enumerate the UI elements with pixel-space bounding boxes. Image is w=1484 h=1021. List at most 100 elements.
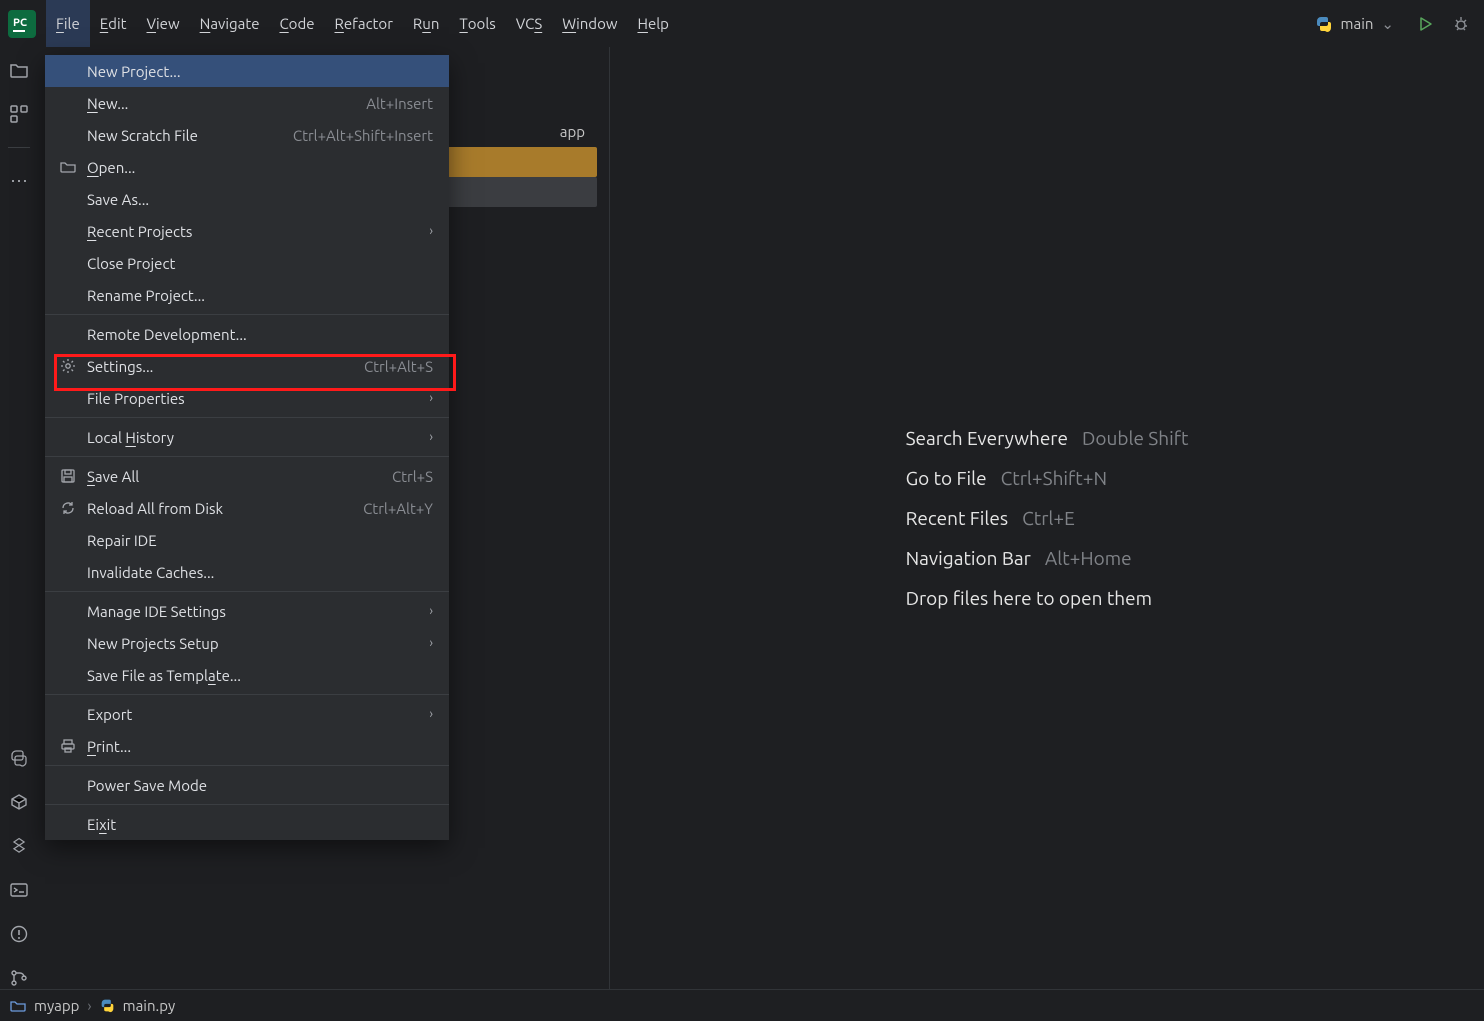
menu-item-shortcut: Ctrl+Alt+S (364, 358, 433, 375)
menu-item[interactable]: Settings... Ctrl+Alt+S (45, 350, 449, 382)
run-config-name: main (1341, 15, 1374, 32)
menu-item[interactable]: Close Project (45, 247, 449, 279)
menu-vcs[interactable]: VCS (506, 0, 552, 47)
menu-item[interactable]: Local History › (45, 421, 449, 453)
menu-item-label: Repair IDE (87, 532, 157, 549)
menu-item[interactable]: Repair IDE (45, 524, 449, 556)
menu-item-label: Reload All from Disk (87, 500, 223, 517)
menu-item-shortcut: Alt+Insert (366, 95, 433, 112)
menu-item-label: Invalidate Caches... (87, 564, 214, 581)
menu-item-label: Manage IDE Settings (87, 603, 226, 620)
menu-item-label: Rename Project... (87, 287, 205, 304)
menu-refactor[interactable]: Refactor (325, 0, 403, 47)
chevron-right-icon: › (429, 391, 433, 405)
folder-icon (59, 158, 77, 176)
menu-item-label: Save All (87, 468, 139, 485)
python-icon (100, 998, 115, 1013)
menu-item[interactable]: File Properties› (45, 382, 449, 414)
breadcrumb-separator: › (87, 997, 91, 1014)
menu-item[interactable]: New Project... (45, 55, 449, 87)
menu-item-label: Local History (87, 429, 174, 446)
menu-item[interactable]: Power Save Mode (45, 769, 449, 801)
project-tool-button[interactable] (8, 59, 30, 81)
welcome-hint: Recent FilesCtrl+E (906, 507, 1189, 529)
menu-code[interactable]: Code (269, 0, 324, 47)
python-console-button[interactable] (8, 747, 30, 769)
menu-item-label: Open... (87, 159, 135, 176)
breadcrumb-segment[interactable]: main.py (123, 997, 176, 1014)
menu-item[interactable]: Invalidate Caches... (45, 556, 449, 588)
menu-item-label: Settings... (87, 358, 153, 375)
breadcrumb-segment[interactable]: myapp (34, 997, 79, 1014)
menu-window[interactable]: Window (552, 0, 627, 47)
svg-text:PC: PC (13, 17, 27, 29)
menu-item-label: New Project... (87, 63, 181, 80)
menu-item-label: Eixit (87, 816, 116, 833)
vcs-tool-button[interactable] (8, 967, 30, 989)
menu-separator (45, 591, 449, 592)
welcome-hint: Drop files here to open them (906, 587, 1189, 609)
welcome-hint-shortcut: Double Shift (1082, 427, 1188, 449)
menu-edit[interactable]: Edit (90, 0, 137, 47)
menu-item[interactable]: Remote Development... (45, 318, 449, 350)
welcome-hint-shortcut: Alt+Home (1045, 547, 1132, 569)
menu-item[interactable]: New... Alt+Insert (45, 87, 449, 119)
left-tool-strip: ⋯ (0, 47, 38, 989)
menu-item[interactable]: New Scratch File Ctrl+Alt+Shift+Insert (45, 119, 449, 151)
menu-item[interactable]: Eixit (45, 808, 449, 840)
menu-item[interactable]: Print... (45, 730, 449, 762)
problems-tool-button[interactable] (8, 923, 30, 945)
menu-item[interactable]: Recent Projects› (45, 215, 449, 247)
welcome-hint-label: Recent Files (906, 507, 1009, 529)
main-menubar: PC FileEditViewNavigateCodeRefactorRunTo… (0, 0, 1484, 47)
reload-icon (59, 499, 77, 517)
welcome-hint-shortcut: Ctrl+Shift+N (1001, 467, 1107, 489)
editor-empty-state: Search EverywhereDouble Shift Go to File C… (610, 47, 1484, 989)
welcome-hint: Search EverywhereDouble Shift (906, 427, 1189, 449)
menu-item[interactable]: Save As... (45, 183, 449, 215)
save-icon (59, 467, 77, 485)
menu-run[interactable]: Run (403, 0, 450, 47)
pycharm-logo: PC (8, 10, 36, 38)
menu-item[interactable]: Save File as Template... (45, 659, 449, 691)
menu-tools[interactable]: Tools (449, 0, 505, 47)
menu-separator (45, 417, 449, 418)
services-tool-button[interactable] (8, 835, 30, 857)
menu-item-label: Print... (87, 738, 131, 755)
menu-item[interactable]: New Projects Setup› (45, 627, 449, 659)
welcome-hint-label: Navigation Bar (906, 547, 1031, 569)
structure-tool-button[interactable] (8, 103, 30, 125)
run-button[interactable] (1410, 9, 1440, 39)
welcome-hint-label: Drop files here to open them (906, 587, 1152, 609)
menu-help[interactable]: Help (627, 0, 678, 47)
menu-item[interactable]: Manage IDE Settings› (45, 595, 449, 627)
folder-icon (10, 998, 26, 1014)
python-icon (1315, 15, 1333, 33)
more-tools-button[interactable]: ⋯ (8, 170, 30, 192)
menu-item[interactable]: Save AllCtrl+S (45, 460, 449, 492)
menu-item-label: Save As... (87, 191, 149, 208)
menu-item[interactable]: Export› (45, 698, 449, 730)
terminal-tool-button[interactable] (8, 879, 30, 901)
run-config-selector[interactable]: main ⌄ (1305, 15, 1404, 33)
menu-item[interactable]: Rename Project... (45, 279, 449, 311)
menu-separator (45, 314, 449, 315)
menu-separator (45, 804, 449, 805)
menu-item-label: Power Save Mode (87, 777, 207, 794)
menu-file[interactable]: File (46, 0, 90, 47)
chevron-right-icon: › (429, 430, 433, 444)
menu-item-shortcut: Ctrl+Alt+Shift+Insert (293, 127, 433, 144)
welcome-hint: Navigation Bar Alt+Home (906, 547, 1189, 569)
menu-separator (45, 765, 449, 766)
menu-item[interactable]: Open... (45, 151, 449, 183)
navigation-bar[interactable]: myapp › main.py (0, 989, 1484, 1021)
debug-button[interactable] (1446, 9, 1476, 39)
menu-navigate[interactable]: Navigate (190, 0, 270, 47)
menu-view[interactable]: View (137, 0, 190, 47)
menu-item-label: Recent Projects (87, 223, 192, 240)
packages-tool-button[interactable] (8, 791, 30, 813)
menu-item[interactable]: Reload All from DiskCtrl+Alt+Y (45, 492, 449, 524)
menu-item-label: New Scratch File (87, 127, 198, 144)
menu-item-label: New... (87, 95, 128, 112)
welcome-hint-label: Go to File (906, 467, 987, 489)
